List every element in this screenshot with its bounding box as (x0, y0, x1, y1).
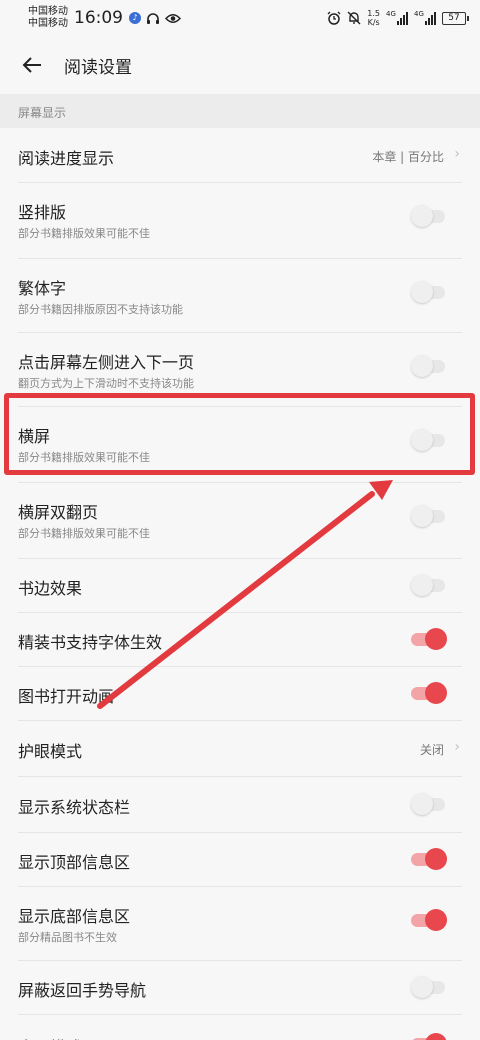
toggle-switch[interactable] (411, 354, 447, 378)
toggle-knob (411, 976, 433, 998)
settings-row[interactable]: 繁体字部分书籍因排版原因不支持该功能 (0, 259, 480, 333)
settings-row-subtitle: 部分书籍因排版原因不支持该功能 (18, 303, 183, 316)
music-icon: ♪ (129, 12, 141, 24)
settings-row-value: 本章 | 百分比 (372, 150, 444, 164)
settings-row-title: 精装书支持字体生效 (18, 633, 163, 652)
settings-row-title: 显示系统状态栏 (18, 798, 131, 817)
settings-row-title: 点击屏幕左侧进入下一页 (18, 353, 195, 372)
back-arrow-icon (22, 57, 41, 73)
toggle-switch[interactable] (411, 847, 447, 871)
toggle-switch[interactable] (411, 908, 447, 932)
settings-row-subtitle: 部分书籍排版效果可能不佳 (18, 527, 150, 540)
settings-row[interactable]: 屏蔽返回手势导航 (0, 961, 480, 1015)
settings-row-subtitle: 翻页方式为上下滑动时不支持该功能 (18, 377, 194, 390)
settings-row-value: 关闭 (419, 743, 444, 757)
settings-row-title: 显示顶部信息区 (18, 853, 131, 872)
chevron-right-icon: › (454, 739, 460, 755)
settings-row-subtitle: 部分书籍排版效果可能不佳 (18, 227, 150, 240)
settings-row[interactable]: 精装书支持字体生效 (0, 613, 480, 667)
toggle-knob (425, 628, 447, 650)
battery-icon: 57 (442, 11, 469, 25)
toggle-switch[interactable] (411, 204, 447, 228)
status-bar: 中国移动 中国移动 16:09 ♪ 1.5 K/s 4G 4G 57 (0, 0, 480, 36)
network-speed: 1.5 K/s (367, 9, 380, 27)
toggle-knob (425, 909, 447, 931)
alarm-icon (327, 11, 341, 25)
toggle-switch[interactable] (411, 627, 447, 651)
toggle-switch[interactable] (411, 1032, 447, 1040)
settings-row[interactable]: 阅读进度显示 本章 | 百分比 › (0, 128, 480, 183)
settings-row[interactable]: 显示系统状态栏 (0, 777, 480, 833)
toggle-switch[interactable] (411, 573, 447, 597)
signal-icon: 4G (386, 11, 408, 25)
settings-row[interactable]: 显示底部信息区部分精品图书不生效 (0, 887, 480, 961)
settings-row[interactable]: 书边效果 (0, 559, 480, 613)
toggle-knob (425, 1033, 447, 1040)
settings-row-subtitle: 部分书籍排版效果可能不佳 (18, 451, 150, 464)
settings-row-title: 显示底部信息区 (18, 907, 131, 926)
back-button[interactable] (0, 36, 64, 94)
page-title: 阅读设置 (64, 57, 132, 78)
eye-icon (165, 13, 181, 23)
toggle-switch[interactable] (411, 504, 447, 528)
toggle-switch[interactable] (411, 681, 447, 705)
settings-row-title: 屏蔽返回手势导航 (18, 981, 147, 1000)
settings-row-title: 书边效果 (18, 579, 83, 598)
signal-icon: 4G (414, 11, 436, 25)
signal-tag-2: 4G (414, 10, 424, 18)
toggle-knob (411, 793, 433, 815)
carrier-1: 中国移动 (28, 6, 68, 17)
network-speed-value: 1.5 (367, 9, 380, 18)
settings-row-subtitle: 部分精品图书不生效 (18, 931, 117, 944)
toggle-switch[interactable] (411, 280, 447, 304)
settings-row[interactable]: 横屏双翻页部分书籍排版效果可能不佳 (0, 483, 480, 559)
chevron-right-icon: › (454, 146, 460, 162)
settings-row-title: 图书打开动画 (18, 687, 115, 706)
settings-row-title: 阅读进度显示 (18, 149, 115, 168)
settings-row-title: 全屏模式 (18, 1034, 82, 1040)
settings-row[interactable]: 护眼模式 关闭 › (0, 721, 480, 777)
settings-row-title: 护眼模式 (18, 742, 83, 761)
section-header: 屏幕显示 (0, 94, 480, 128)
status-icons-left: ♪ (129, 12, 181, 25)
toggle-switch[interactable] (411, 792, 447, 816)
toggle-switch[interactable] (411, 975, 447, 999)
settings-row[interactable]: 图书打开动画 (0, 667, 480, 721)
carrier-labels: 中国移动 中国移动 (28, 6, 68, 30)
title-bar: 阅读设置 (0, 36, 480, 94)
settings-row[interactable]: 显示顶部信息区 (0, 833, 480, 887)
settings-row[interactable]: 竖排版部分书籍排版效果可能不佳 (0, 183, 480, 259)
settings-row[interactable]: 横屏部分书籍排版效果可能不佳 (0, 407, 480, 483)
carrier-2: 中国移动 (28, 18, 68, 29)
toggle-knob (411, 205, 433, 227)
toggle-knob (411, 429, 433, 451)
settings-row-title: 横屏 (18, 427, 51, 446)
toggle-knob (411, 355, 433, 377)
toggle-knob (411, 505, 433, 527)
mute-bell-icon (347, 11, 361, 25)
settings-row[interactable]: 全屏模式 (0, 1015, 480, 1040)
headphones-icon (147, 12, 159, 24)
settings-row-title: 繁体字 (18, 279, 67, 298)
status-clock: 16:09 (74, 8, 123, 28)
settings-row-title: 横屏双翻页 (18, 503, 99, 522)
status-icons-right: 1.5 K/s 4G 4G 57 (327, 9, 469, 27)
toggle-knob (411, 574, 433, 596)
settings-row-title: 竖排版 (18, 203, 67, 222)
settings-row[interactable]: 点击屏幕左侧进入下一页翻页方式为上下滑动时不支持该功能 (0, 333, 480, 407)
signal-tag-1: 4G (386, 10, 396, 18)
network-speed-unit: K/s (367, 18, 380, 27)
toggle-knob (425, 848, 447, 870)
toggle-knob (425, 682, 447, 704)
toggle-switch[interactable] (411, 428, 447, 452)
toggle-knob (411, 281, 433, 303)
